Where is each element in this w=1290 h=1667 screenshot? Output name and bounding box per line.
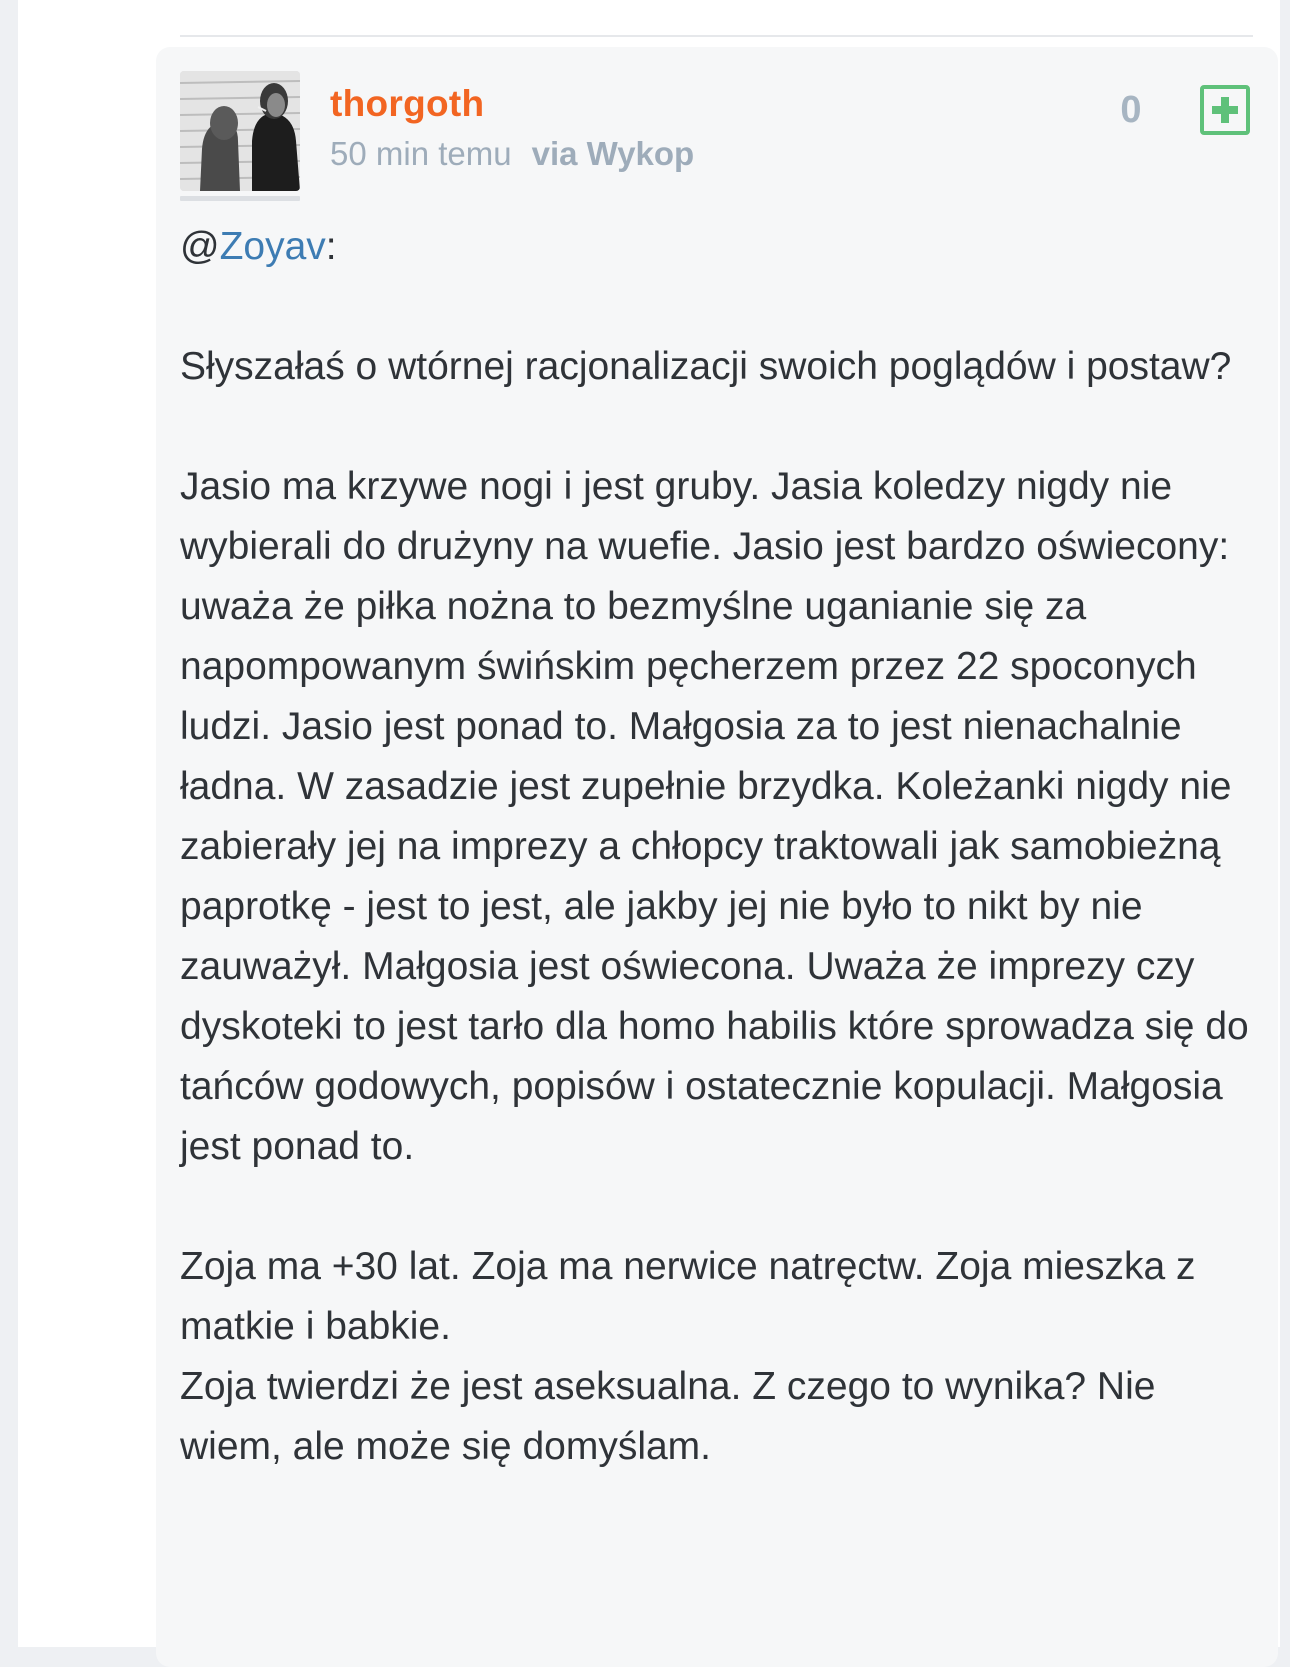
paragraph: Słyszałaś o wtórnej racjonalizacji swoic… — [180, 345, 1232, 388]
username[interactable]: thorgoth — [330, 83, 484, 125]
paragraph: Jasio ma krzywe nogi i jest gruby. Jasia… — [180, 465, 1249, 1168]
page: thorgoth 50 min temu via Wykop 0 @Zoyav: … — [18, 0, 1280, 1667]
mention-link[interactable]: Zoyav — [220, 225, 326, 268]
via-source[interactable]: via Wykop — [532, 135, 695, 172]
timestamp: 50 min temu — [330, 135, 512, 172]
mention-line: @Zoyav: — [180, 225, 337, 268]
vote-count: 0 — [1120, 89, 1142, 131]
paragraph: Zoja twierdzi że jest aseksualna. Z czeg… — [180, 1365, 1156, 1468]
avatar-underline — [180, 196, 300, 201]
paragraph: Zoja ma +30 lat. Zoja ma nerwice natręct… — [180, 1245, 1196, 1348]
comment-meta: 50 min temu via Wykop — [330, 135, 694, 173]
avatar-image — [180, 71, 300, 191]
avatar[interactable] — [180, 71, 300, 191]
comment-body: @Zoyav: Słyszałaś o wtórnej racjonalizac… — [180, 217, 1260, 1477]
divider — [180, 35, 1253, 37]
plus-button[interactable] — [1200, 85, 1250, 135]
comment-card: thorgoth 50 min temu via Wykop 0 @Zoyav: … — [156, 47, 1278, 1667]
